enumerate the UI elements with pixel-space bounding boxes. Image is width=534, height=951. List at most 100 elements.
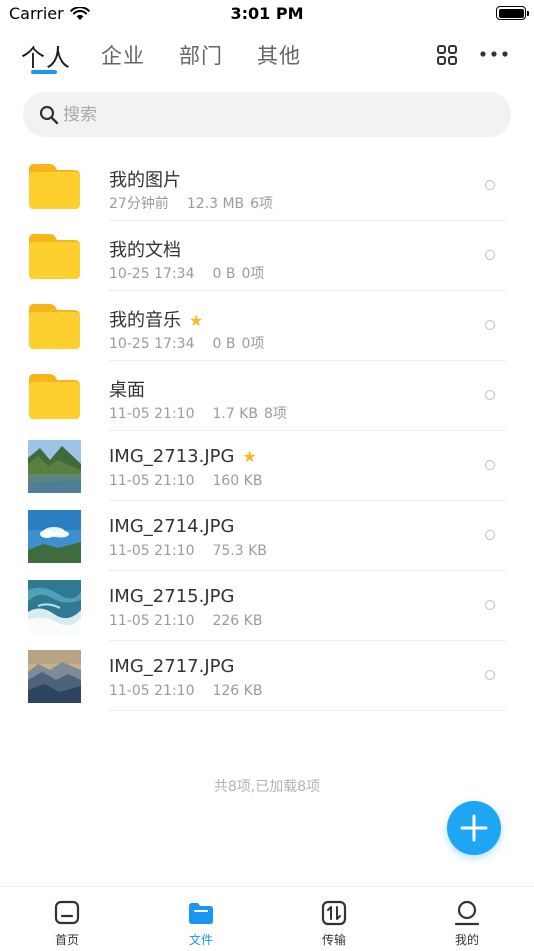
select-radio[interactable]	[485, 320, 495, 330]
file-list: 我的图片 27分钟前 12.3 MB 6项 我的文档 10-25 17:34 0 B 0项 我的…	[0, 151, 534, 711]
select-radio[interactable]	[485, 390, 495, 400]
file-meta: 11-05 21:10 226 KB	[109, 613, 280, 629]
file-name-text: IMG_2717.JPG	[109, 656, 235, 677]
tab-personal[interactable]: 个人	[21, 38, 71, 73]
file-size: 75.3 KB	[212, 543, 267, 559]
select-radio[interactable]	[485, 530, 495, 540]
folder-icon	[28, 160, 81, 213]
select-radio[interactable]	[485, 670, 495, 680]
file-row[interactable]: IMG_2715.JPG 11-05 21:10 226 KB	[0, 571, 534, 641]
file-size: 0 B	[212, 336, 236, 352]
file-name-text: 我的图片	[109, 170, 181, 191]
file-size: 0 B	[212, 266, 236, 282]
tab-enterprise[interactable]: 企业	[101, 40, 145, 70]
nav-files-label: 文件	[188, 933, 213, 947]
tab-other[interactable]: 其他	[257, 40, 301, 70]
file-size: 126 KB	[212, 683, 263, 699]
file-time: 11-05 21:10	[109, 406, 195, 422]
file-name-text: 桌面	[109, 380, 145, 401]
folder-icon	[189, 903, 213, 924]
folder-icon	[28, 230, 81, 283]
select-radio[interactable]	[485, 180, 495, 190]
folder-icon	[28, 370, 81, 423]
file-name-text: IMG_2714.JPG	[109, 516, 235, 537]
file-name: 我的文档	[109, 236, 181, 262]
file-time: 11-05 21:10	[109, 543, 195, 559]
file-meta: 11-05 21:10 160 KB	[109, 473, 280, 489]
file-item-count: 0项	[241, 266, 265, 282]
file-name: IMG_2713.JPG ★	[109, 446, 257, 467]
add-button[interactable]	[447, 801, 501, 855]
select-radio[interactable]	[485, 600, 495, 610]
file-row[interactable]: IMG_2713.JPG ★ 11-05 21:10 160 KB	[0, 431, 534, 501]
file-meta: 10-25 17:34 0 B 0项	[109, 333, 264, 353]
select-radio[interactable]	[485, 460, 495, 470]
nav-files[interactable]: 文件	[134, 887, 268, 951]
file-name: 桌面	[109, 376, 145, 402]
file-row[interactable]: 桌面 11-05 21:10 1.7 KB 8项	[0, 361, 534, 431]
nav-profile[interactable]: 我的	[400, 887, 534, 951]
star-icon: ★	[189, 311, 204, 330]
file-name-text: 我的音乐	[109, 310, 181, 331]
tab-department[interactable]: 部门	[179, 40, 223, 70]
status-bar: Carrier 3:01 PM	[0, 0, 534, 30]
nav-home-label: 首页	[54, 933, 79, 947]
file-time: 10-25 17:34	[109, 336, 195, 352]
file-row[interactable]: IMG_2714.JPG 11-05 21:10 75.3 KB	[0, 501, 534, 571]
nav-profile-label: 我的	[454, 933, 479, 947]
file-name: IMG_2717.JPG	[109, 656, 234, 677]
folder-icon	[28, 300, 81, 353]
image-thumbnail	[28, 650, 81, 703]
file-name: 我的图片	[109, 166, 181, 192]
file-time: 11-05 21:10	[109, 683, 195, 699]
battery-icon	[496, 6, 529, 20]
file-name-text: IMG_2713.JPG	[109, 446, 235, 467]
nav-home[interactable]: 首页	[0, 887, 134, 951]
file-name: IMG_2715.JPG	[109, 586, 234, 607]
file-item-count: 0项	[241, 336, 265, 352]
row-divider	[109, 710, 506, 711]
profile-icon	[454, 900, 480, 926]
file-item-count: 8项	[263, 406, 287, 422]
grid-view-icon[interactable]	[437, 45, 457, 65]
file-size: 12.3 MB	[186, 196, 245, 212]
nav-transfer[interactable]: 传输	[267, 887, 401, 951]
file-row[interactable]: 我的音乐 ★ 10-25 17:34 0 B 0项	[0, 291, 534, 361]
file-size: 160 KB	[212, 473, 263, 489]
file-item-count: 6项	[250, 196, 274, 212]
file-time: 11-05 21:10	[109, 613, 195, 629]
file-size: 1.7 KB	[212, 406, 258, 422]
file-meta: 11-05 21:10 126 KB	[109, 683, 280, 699]
file-meta: 11-05 21:10 75.3 KB	[109, 543, 285, 559]
more-dots-icon[interactable]	[480, 51, 508, 57]
search-icon	[39, 105, 59, 125]
nav-transfer-label: 传输	[321, 933, 346, 947]
search-input[interactable]	[63, 92, 483, 137]
file-name: IMG_2714.JPG	[109, 516, 234, 537]
file-name-text: IMG_2715.JPG	[109, 586, 235, 607]
bottom-nav: 首页 文件 传输 我的	[0, 886, 534, 951]
file-name-text: 我的文档	[109, 240, 181, 261]
file-size: 226 KB	[212, 613, 263, 629]
search-bar[interactable]	[23, 92, 511, 137]
plus-icon	[460, 814, 488, 842]
clock: 3:01 PM	[230, 4, 304, 23]
home-icon	[54, 900, 80, 925]
file-meta: 10-25 17:34 0 B 0项	[109, 263, 264, 283]
file-time: 11-05 21:10	[109, 473, 195, 489]
image-thumbnail	[28, 510, 81, 563]
select-radio[interactable]	[485, 250, 495, 260]
active-tab-indicator	[31, 70, 57, 74]
list-total-label: 共8项,已加载8项	[213, 779, 321, 795]
file-time: 27分钟前	[109, 196, 169, 212]
file-name: 我的音乐 ★	[109, 306, 203, 332]
transfer-icon	[321, 900, 347, 926]
file-meta: 27分钟前 12.3 MB 6项	[109, 193, 273, 213]
file-row[interactable]: IMG_2717.JPG 11-05 21:10 126 KB	[0, 641, 534, 711]
image-thumbnail	[28, 440, 81, 493]
file-meta: 11-05 21:10 1.7 KB 8项	[109, 403, 287, 423]
star-icon: ★	[242, 447, 257, 466]
file-row[interactable]: 我的文档 10-25 17:34 0 B 0项	[0, 221, 534, 291]
image-thumbnail	[28, 580, 81, 633]
file-row[interactable]: 我的图片 27分钟前 12.3 MB 6项	[0, 151, 534, 221]
